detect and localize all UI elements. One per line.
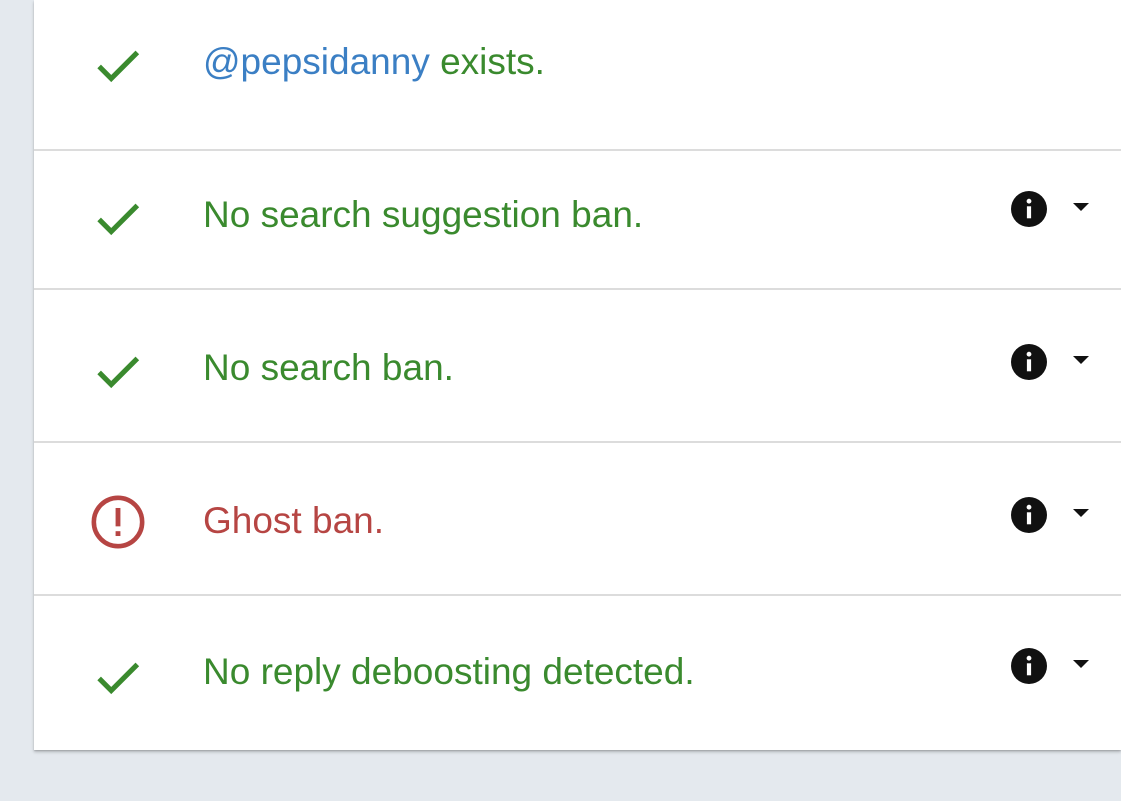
result-row-reply-deboosting: No reply deboosting detected.: [34, 598, 1121, 749]
info-toggle-button[interactable]: [1007, 493, 1093, 537]
chevron-down-icon[interactable]: [1071, 507, 1091, 519]
info-toggle-button[interactable]: [1007, 340, 1093, 384]
alert-circle-icon: [89, 493, 147, 551]
info-icon[interactable]: [1011, 497, 1047, 533]
info-toggle-button[interactable]: [1007, 187, 1093, 231]
info-icon[interactable]: [1011, 648, 1047, 684]
chevron-down-icon[interactable]: [1071, 658, 1091, 670]
result-row-account-exists: @pepsidanny exists.: [34, 0, 1121, 151]
chevron-down-icon[interactable]: [1071, 201, 1091, 213]
result-text: No reply deboosting detected.: [203, 651, 695, 692]
exists-label: exists.: [429, 41, 545, 82]
result-row-search-suggestion-ban: No search suggestion ban.: [34, 139, 1121, 290]
result-row-ghost-ban: Ghost ban.: [34, 445, 1121, 596]
checkmark-icon: [89, 189, 147, 247]
chevron-down-icon[interactable]: [1071, 354, 1091, 366]
account-exists-text: @pepsidanny exists.: [203, 40, 545, 84]
username-link[interactable]: @pepsidanny: [203, 41, 430, 82]
result-row-search-ban: No search ban.: [34, 292, 1121, 443]
checkmark-icon: [89, 36, 147, 94]
result-text: Ghost ban.: [203, 500, 385, 541]
result-text: No search ban.: [203, 347, 454, 388]
result-text: No search suggestion ban.: [203, 194, 644, 235]
info-icon[interactable]: [1011, 344, 1047, 380]
shadowban-results-card: @pepsidanny exists. No search suggestion…: [34, 0, 1121, 750]
info-icon[interactable]: [1011, 191, 1047, 227]
checkmark-icon: [89, 648, 147, 706]
checkmark-icon: [89, 342, 147, 400]
info-toggle-button[interactable]: [1007, 644, 1093, 688]
